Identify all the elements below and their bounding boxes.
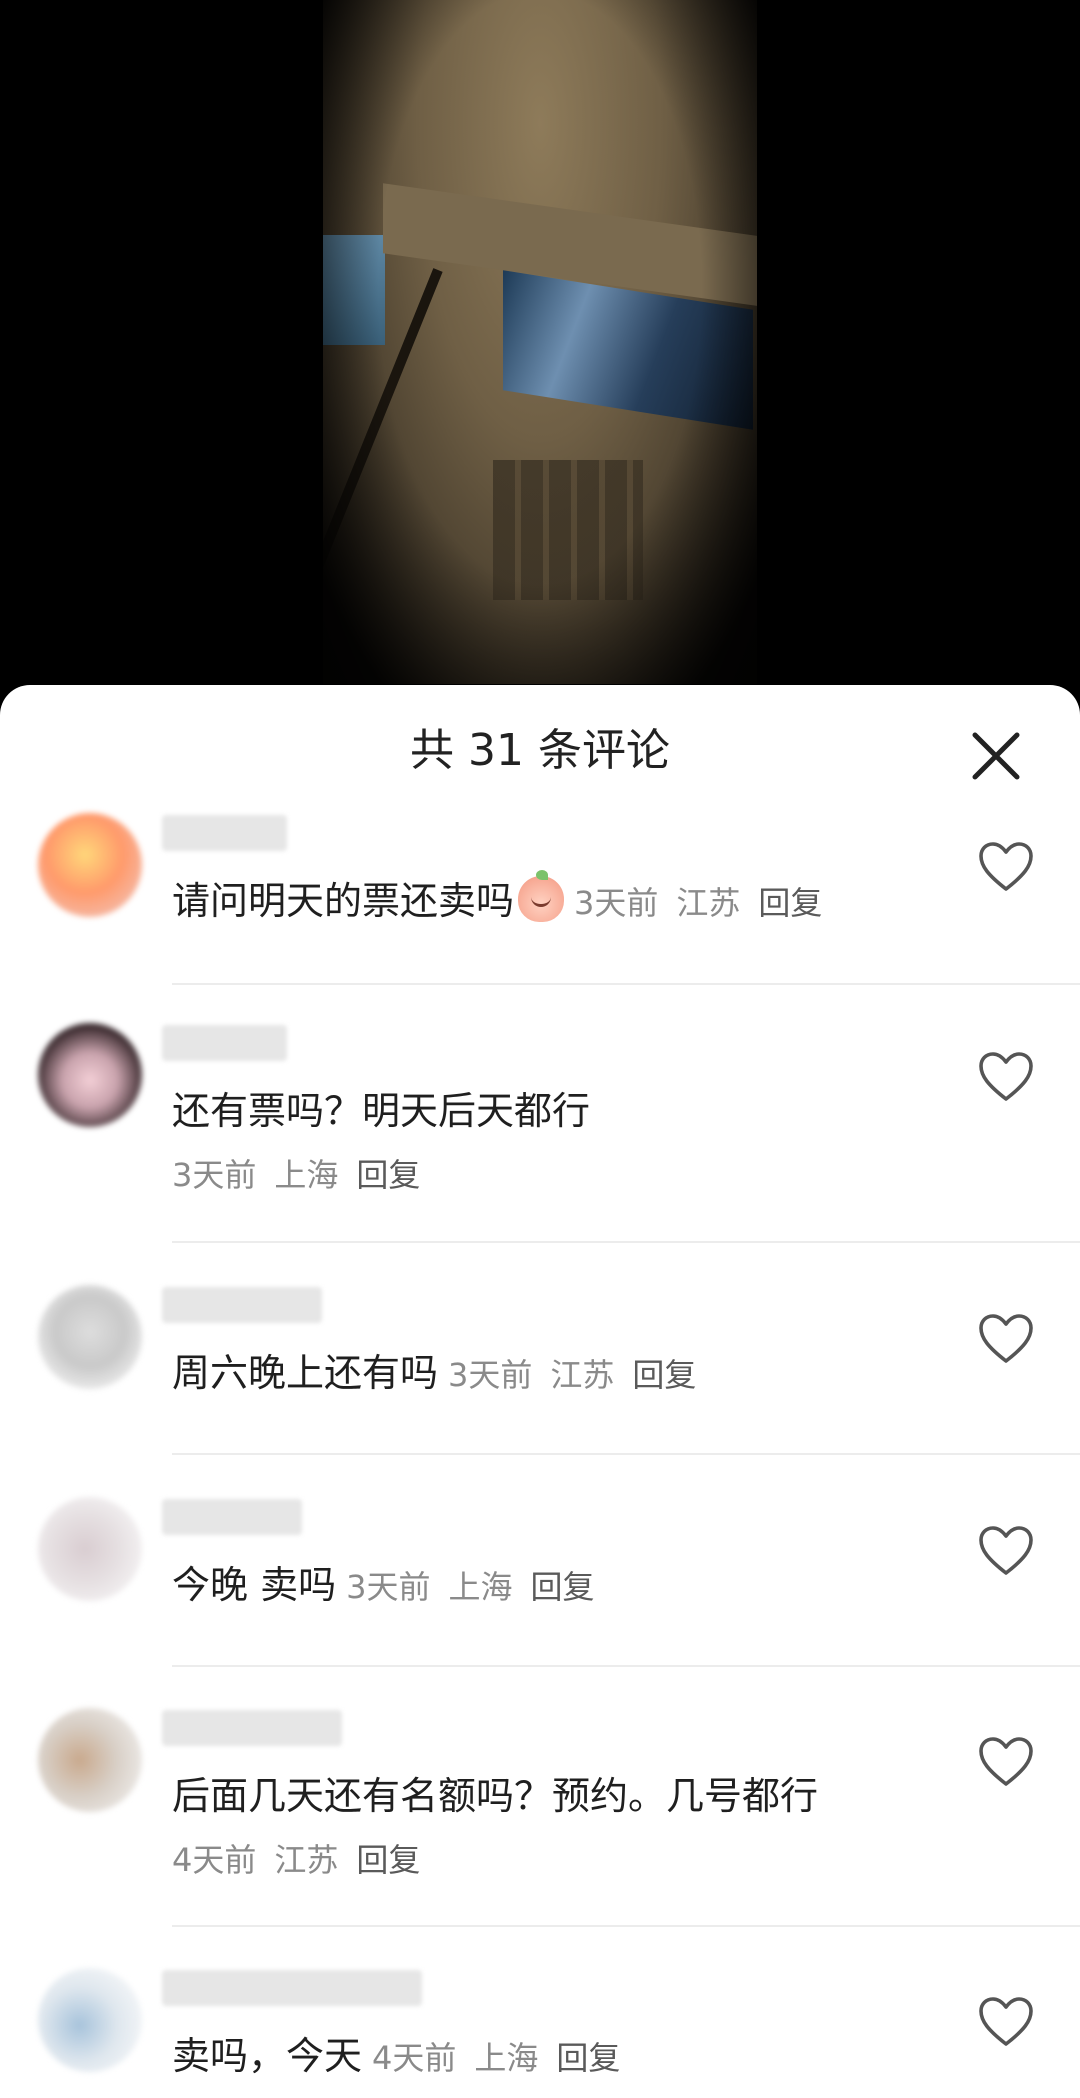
peach-face-emoji-icon [518,870,565,922]
like-button[interactable] [978,1996,1034,2048]
comment-location: 江苏 [274,1841,339,1879]
avatar[interactable] [38,1708,142,1812]
comment-body: 还有票吗？明天后天都行 [172,1085,930,1137]
comment-item[interactable]: 卖吗，今天 4天前 上海 回复 [0,1968,1080,2098]
comment-location: 上海 [448,1568,513,1606]
comment-time: 4天前 [172,1841,257,1879]
comment-item[interactable]: 今晚 卖吗 3天前 上海 回复 [0,1497,1080,1677]
comment-meta: 4天前 上海 回复 [372,2039,638,2077]
comment-time: 3天前 [448,1356,533,1394]
comment-text: 请问明天的票还卖吗 [172,879,515,923]
comment-text: 还有票吗？明天后天都行 [172,1089,591,1133]
comment-item[interactable]: 还有票吗？明天后天都行 3天前 上海 回复 [0,1023,1080,1233]
username-blurred[interactable] [162,1287,322,1323]
username-blurred[interactable] [162,1710,342,1746]
comment-text: 今晚 卖吗 [172,1563,337,1607]
reply-button[interactable]: 回复 [356,1156,420,1194]
heart-outline-icon [979,1314,1033,1363]
reply-button[interactable]: 回复 [356,1841,420,1879]
reply-button[interactable]: 回复 [556,2039,620,2077]
reply-button[interactable]: 回复 [530,1568,594,1606]
like-button[interactable] [978,1525,1034,1577]
comment-location: 上海 [474,2039,539,2077]
heart-outline-icon [979,842,1033,891]
comments-count-title: 共 31 条评论 [410,725,670,776]
video-vignette [323,0,757,684]
avatar[interactable] [38,813,142,917]
comment-body: 周六晚上还有吗 3天前 江苏 回复 [172,1347,930,1401]
avatar[interactable] [38,1968,142,2072]
comment-text: 周六晚上还有吗 [172,1351,439,1395]
divider [172,1453,1080,1455]
like-button[interactable] [978,1051,1034,1103]
comment-meta: 4天前 江苏 回复 [172,1838,438,1882]
video-player[interactable] [0,0,1080,700]
username-blurred[interactable] [162,1025,287,1061]
comment-time: 4天前 [372,2039,457,2077]
comment-body: 今晚 卖吗 3天前 上海 回复 [172,1559,930,1613]
comment-item[interactable]: 周六晚上还有吗 3天前 江苏 回复 [0,1285,1080,1465]
like-button[interactable] [978,1313,1034,1365]
username-blurred[interactable] [162,815,287,851]
divider [172,1665,1080,1667]
comment-text: 卖吗，今天 [172,2034,363,2078]
comment-body: 后面几天还有名额吗？预约。几号都行 [172,1770,930,1822]
comment-meta: 3天前 江苏 回复 [574,884,840,922]
comment-body: 请问明天的票还卖吗 3天前 江苏 回复 [172,870,930,929]
comment-time: 3天前 [574,884,659,922]
divider [172,1241,1080,1243]
divider [172,1925,1080,1927]
comment-item[interactable]: 后面几天还有名额吗？预约。几号都行 4天前 江苏 回复 [0,1708,1080,1918]
comment-time: 3天前 [172,1156,257,1194]
comment-meta: 3天前 上海 回复 [346,1568,612,1606]
heart-outline-icon [979,1997,1033,2046]
username-blurred[interactable] [162,1499,302,1535]
comment-body: 卖吗，今天 4天前 上海 回复 [172,2030,930,2084]
comment-meta: 3天前 江苏 回复 [448,1356,714,1394]
avatar[interactable] [38,1285,142,1389]
close-button[interactable] [965,725,1027,787]
comments-sheet: 共 31 条评论 请问明天的票还卖吗 3天前 江苏 回复 还有票吗？明天后天都行 3天… [0,685,1080,2098]
comment-location: 江苏 [550,1356,615,1394]
reply-button[interactable]: 回复 [632,1356,696,1394]
close-icon [972,732,1020,780]
comment-item[interactable]: 请问明天的票还卖吗 3天前 江苏 回复 [0,813,1080,993]
video-frame[interactable] [323,0,757,684]
reply-button[interactable]: 回复 [758,884,822,922]
like-button[interactable] [978,1736,1034,1788]
comment-location: 江苏 [676,884,741,922]
comment-meta: 3天前 上海 回复 [172,1153,438,1197]
comment-location: 上海 [274,1156,339,1194]
comment-text: 后面几天还有名额吗？预约。几号都行 [172,1774,819,1818]
comment-time: 3天前 [346,1568,431,1606]
heart-outline-icon [979,1737,1033,1786]
avatar[interactable] [38,1497,142,1601]
heart-outline-icon [979,1052,1033,1101]
divider [172,983,1080,985]
like-button[interactable] [978,841,1034,893]
heart-outline-icon [979,1526,1033,1575]
avatar[interactable] [38,1023,142,1127]
username-blurred[interactable] [162,1970,422,2006]
